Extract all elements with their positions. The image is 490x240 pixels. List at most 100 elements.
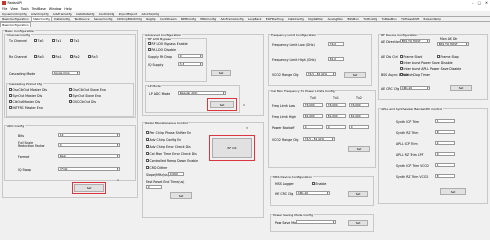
tab-calib-config[interactable]: CalibConfig (286, 16, 306, 21)
menu-window[interactable]: Window (49, 7, 62, 11)
iq-supply-select[interactable]: 3.3 (178, 62, 203, 66)
watchdog-timer-checkbox[interactable] (400, 73, 403, 76)
tab-int-chirp-blk-ctrl[interactable]: IntChirpBlkCtrlCfg (115, 16, 145, 21)
rx0-checkbox[interactable] (34, 55, 37, 58)
adv-chirp-config-checkbox[interactable] (146, 138, 149, 141)
tab-pmic-config[interactable]: PMICConfig (198, 16, 218, 21)
adv-chirp-error-check-checkbox[interactable] (146, 145, 149, 148)
psm-set-button[interactable]: Set (348, 220, 368, 226)
tab-loopback[interactable]: LoopBack (246, 16, 264, 21)
tab-calib-data-cfg[interactable]: CalibDataCfg (74, 11, 97, 16)
power-backoff-tx2-input[interactable]: 0 (349, 125, 369, 129)
inter-burst-ps-disable-checkbox[interactable] (400, 61, 403, 64)
menu-testbase[interactable]: TestBase (32, 7, 46, 11)
synout-slave-ena-checkbox[interactable] (69, 94, 72, 97)
freq-high-tx2-input[interactable]: 81.000 (349, 114, 369, 118)
vco2-range-select[interactable]: 76.5 - 81 GHz (306, 72, 336, 76)
menu-file[interactable]: File (2, 7, 7, 11)
freq-low-tx2-input[interactable]: 76.000 (349, 103, 369, 107)
tab-sensor-config[interactable]: SensorConfig (92, 16, 115, 21)
per-chirp-phase-shifter-checkbox[interactable] (146, 131, 149, 134)
tab-basic-configuration-sub[interactable]: BasicConfiguration (0, 22, 31, 27)
lp-adc-mode-select[interactable]: Regular ADC (178, 91, 226, 95)
tab-static-config[interactable]: StaticConfig (30, 16, 53, 21)
iq-swap-select[interactable]: I First (58, 167, 120, 171)
maximize-icon[interactable]: □ (478, 1, 481, 5)
close-icon[interactable]: ✕ (485, 1, 488, 5)
tab-adv-chirp-cfg[interactable]: AdvChirpCfg (29, 11, 51, 16)
frame-stop-checkbox[interactable] (437, 55, 440, 58)
crd-dither-checkbox[interactable] (146, 166, 149, 169)
mss-crc-select[interactable]: CRC-16 (296, 191, 330, 195)
cascading-mode-select[interactable]: Single Chip (52, 71, 80, 75)
tab-import-export[interactable]: ImportExport (117, 11, 140, 16)
tab-ext-filter-prog[interactable]: ExtFilterProg (264, 16, 286, 21)
tab-adv-frame-cfg[interactable]: AdvFrameCfg (51, 11, 74, 16)
mss-logger-enable-checkbox[interactable] (312, 182, 315, 185)
oscclkout-master-dis-checkbox[interactable] (9, 88, 12, 91)
inter-burst-apll-ps-disable-checkbox[interactable] (400, 67, 403, 70)
synth-icp-trim-input[interactable]: 1 (435, 119, 455, 123)
synout-master-dis-checkbox[interactable] (9, 94, 12, 97)
tab-cont-clk-cfg[interactable]: ContClkCfg (97, 11, 117, 16)
supply-rt-drop-select[interactable]: 0 (178, 54, 203, 58)
adv-set-button[interactable]: Set (211, 70, 231, 76)
tab-cont-stream[interactable]: ContStream (158, 16, 179, 21)
full-scale-select[interactable]: 0 (58, 143, 120, 147)
format-select[interactable]: Real (58, 154, 120, 158)
ae-direction-select[interactable]: BSS TO HOST (400, 39, 430, 43)
tab-data-config[interactable]: DataConfig (52, 16, 72, 21)
intfrc-master-ena-checkbox[interactable] (9, 106, 12, 109)
power-backoff-tx0-input[interactable]: 0 (303, 125, 323, 129)
synth-rz-trim-input[interactable]: 8 (435, 130, 455, 134)
rx3-checkbox[interactable] (88, 55, 91, 58)
controlled-ramp-down-checkbox[interactable] (146, 159, 149, 162)
apll-rz-trim-lpf-input[interactable]: 9 (435, 152, 455, 156)
bits-select[interactable]: 16 (58, 133, 120, 137)
power-backoff-tx1-input[interactable]: 0 (326, 125, 346, 129)
rf-ldo-bypass-checkbox[interactable] (148, 42, 151, 45)
freq-high-tx1-input[interactable]: 81.000 (326, 114, 346, 118)
misc-set-button[interactable]: Set (170, 192, 192, 199)
tx1-checkbox[interactable] (52, 39, 55, 42)
pow-save-mode-select[interactable] (296, 220, 336, 224)
tab-reg-op[interactable]: RegOp (144, 16, 158, 21)
tab-analog-mon[interactable]: AnalogMon (325, 16, 345, 21)
menu-view[interactable]: View (10, 7, 18, 11)
slope-input[interactable]: 0.000 (168, 172, 184, 176)
rx2-checkbox[interactable] (70, 55, 73, 58)
menu-tools[interactable]: Tools (21, 7, 29, 11)
menu-help[interactable]: Help (64, 7, 71, 11)
tab-tx-mon-cfg[interactable]: TxMonCfg (361, 16, 379, 21)
tab-dynamic-chirp-cfg[interactable]: DynamicChirpCfg (0, 11, 29, 16)
tab-rx-gain-temp[interactable]: RxGainTemp (421, 16, 443, 21)
tx0-checkbox[interactable] (34, 39, 37, 42)
rf-device-set-button[interactable]: Set (450, 85, 472, 91)
freq-high-tx0-input[interactable]: 81.000 (303, 114, 323, 118)
calmon-vco2-select[interactable]: 76.5 - 81 GHz (303, 137, 335, 141)
mon-ae-dir-select[interactable]: BSS TO HOST (437, 42, 469, 46)
fast-reset-input[interactable]: 0 (146, 185, 162, 189)
apll-set-button[interactable]: Set (440, 188, 466, 195)
tab-tx-bias-mon[interactable]: TxBiasMon (379, 16, 399, 21)
tx2-checkbox[interactable] (70, 39, 73, 42)
mss-set-button[interactable]: Set (348, 191, 368, 197)
rx1-checkbox[interactable] (52, 55, 55, 58)
oscclkout-slave-ena-checkbox[interactable] (69, 88, 72, 91)
apll-icp-trim-input[interactable]: 4 (435, 141, 455, 145)
oscclkout-dis-checkbox[interactable] (69, 100, 72, 103)
clkout-master-dis-checkbox[interactable] (9, 100, 12, 103)
tab-tx-phase-shift[interactable]: TxPhaseShift (399, 16, 421, 21)
freq-low-tx1-input[interactable]: 76.000 (326, 103, 346, 107)
tab-bss-mon[interactable]: BSSMon (345, 16, 361, 21)
tab-bpm-config[interactable]: BPMConfig (179, 16, 198, 21)
freq-limit-low-input[interactable]: 76.0 (328, 42, 344, 46)
freq-limit-set-button[interactable]: Set (344, 72, 366, 78)
tab-basic-configuration[interactable]: BasicConfiguration (0, 16, 31, 21)
tab-adv-frame-config[interactable]: AdvFrameConfig (218, 16, 245, 21)
minimize-icon[interactable]: – (472, 1, 474, 5)
cal-mon-time-error-checkbox[interactable] (146, 152, 149, 155)
freq-limit-high-input[interactable]: 81.0 (328, 57, 344, 61)
tab-digital-mon[interactable]: DigitalMon (306, 16, 325, 21)
calmon-set-button[interactable]: Set (348, 146, 370, 152)
